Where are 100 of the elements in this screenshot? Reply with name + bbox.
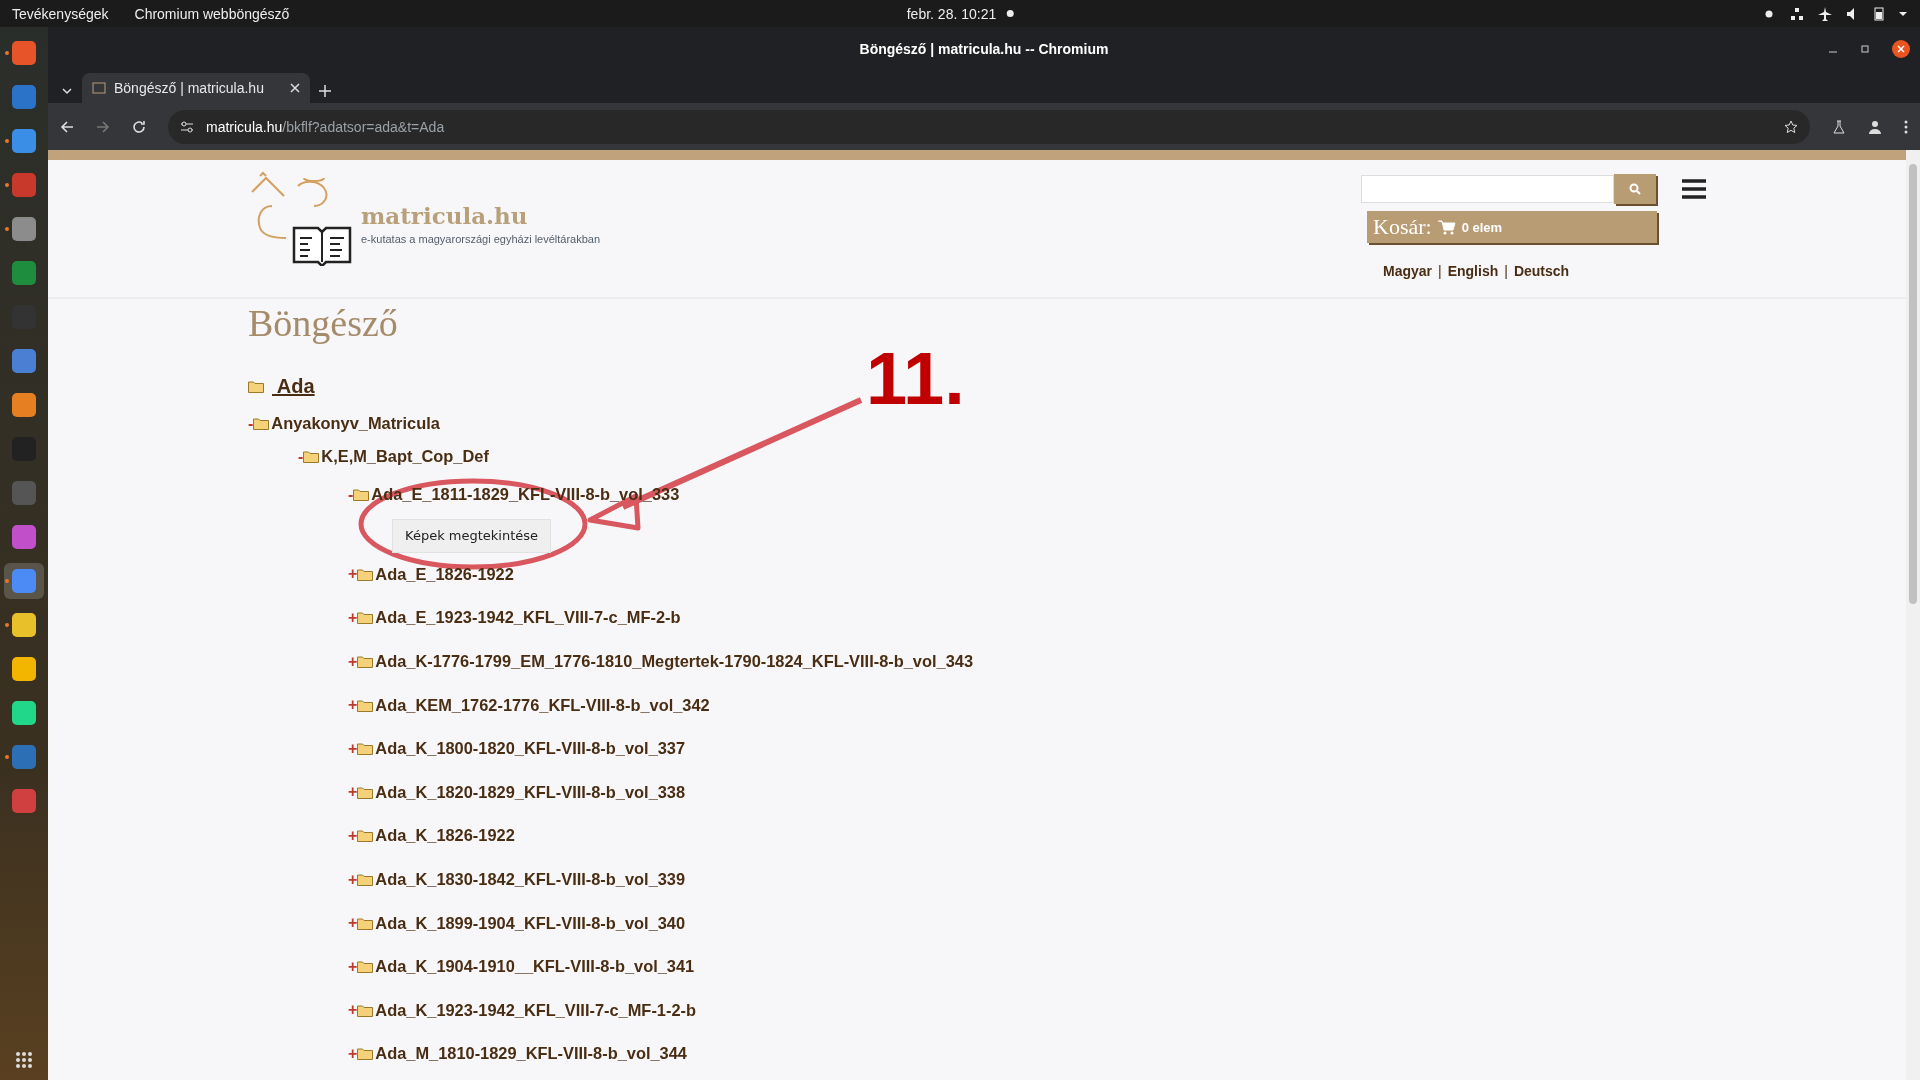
folder-icon	[357, 742, 374, 756]
network-icon[interactable]	[1790, 6, 1804, 21]
app-icon	[12, 41, 36, 65]
activities-button[interactable]: Tevékenységek	[12, 5, 109, 22]
url-text: matricula.hu/bkflf?adatsor=ada&t=Ada	[206, 118, 445, 135]
cart-label: Kosár:	[1373, 214, 1432, 240]
tree-toggle[interactable]: +	[348, 957, 358, 976]
cart-count: 0 elem	[1461, 219, 1503, 235]
tree-toggle[interactable]: +	[348, 652, 358, 671]
tree-toggle[interactable]: +	[348, 565, 358, 584]
app-icon	[12, 129, 36, 153]
close-icon[interactable]	[1892, 39, 1910, 58]
folder-icon	[357, 873, 374, 887]
app-grid-icon[interactable]	[16, 1052, 32, 1068]
language-link[interactable]: English	[1447, 263, 1499, 279]
tree-item[interactable]: Ada_K-1776-1799_EM_1776-1810_Megtertek-1790-1824_KFL-VIII-8-b_vol_343	[375, 652, 974, 672]
tree-item[interactable]: Ada_K_1826-1922	[375, 826, 515, 846]
tree-toggle[interactable]: -	[248, 414, 254, 433]
app-icon	[12, 569, 36, 593]
browser-tab[interactable]: Böngésző | matricula.hu	[82, 73, 310, 103]
tree-item[interactable]: Ada_K_1830-1842_KFL-VIII-8-b_vol_339	[375, 870, 686, 890]
tree-item[interactable]: Ada_K_1820-1829_KFL-VIII-8-b_vol_338	[375, 782, 686, 802]
address-field[interactable]: matricula.hu/bkflf?adatsor=ada&t=Ada	[168, 109, 1810, 144]
folder-icon	[357, 785, 374, 799]
tree-toggle[interactable]: +	[348, 696, 358, 715]
folder-icon	[357, 1047, 374, 1061]
folder-icon	[248, 379, 264, 393]
app-icon	[12, 85, 36, 109]
tree-toggle[interactable]: +	[348, 914, 358, 933]
tree-toggle[interactable]: +	[348, 1001, 358, 1020]
app-icon	[12, 173, 36, 197]
tree-item[interactable]: Ada_E_1826-1922	[375, 564, 514, 584]
app-icon	[12, 525, 36, 549]
app-icon	[12, 657, 36, 681]
menu-icon[interactable]	[1904, 119, 1908, 134]
view-images-button[interactable]: Képek megtekintése	[392, 518, 552, 553]
flask-icon[interactable]	[1832, 119, 1846, 134]
tree-item[interactable]: Ada_M_1810-1829_KFL-VIII-8-b_vol_344	[375, 1044, 687, 1064]
forward-icon[interactable]	[96, 119, 110, 134]
tree-item[interactable]: K,E,M_Bapt_Cop_Def	[321, 447, 489, 466]
tab-title: Böngésző | matricula.hu	[114, 80, 265, 96]
language-link[interactable]: Deutsch	[1513, 263, 1570, 279]
search-button[interactable]	[1613, 174, 1657, 204]
dock-launcher[interactable]	[4, 563, 44, 599]
app-icon	[12, 261, 36, 285]
tree-toggle[interactable]: +	[348, 870, 358, 889]
clock[interactable]: febr. 28. 10:21	[906, 5, 997, 22]
annotation-number: 11.	[866, 336, 965, 421]
folder-icon	[357, 567, 374, 581]
tree-item[interactable]: Ada_K_1800-1820_KFL-VIII-8-b_vol_337	[375, 739, 686, 759]
tree-item[interactable]: Ada_E_1923-1942_KFL_VIII-7-c_MF-2-b	[375, 608, 681, 628]
tree-root[interactable]: Ada	[248, 365, 315, 407]
tree-item[interactable]: Ada_K_1899-1904_KFL-VIII-8-b_vol_340	[375, 913, 686, 933]
tree-item[interactable]: Anyakonyv_Matricula	[271, 414, 440, 433]
battery-icon[interactable]	[1874, 6, 1884, 21]
tree-toggle[interactable]: +	[348, 739, 358, 758]
app-icon	[12, 217, 36, 241]
reload-icon[interactable]	[132, 119, 146, 134]
app-icon	[12, 613, 36, 637]
bookmark-star-icon[interactable]	[1784, 119, 1798, 134]
folder-icon	[353, 488, 370, 502]
folder-icon	[253, 417, 270, 430]
separator: |	[1504, 263, 1508, 279]
back-icon[interactable]	[60, 119, 74, 134]
folder-icon	[357, 1003, 374, 1017]
page-title: Böngésző	[248, 301, 399, 346]
tree-toggle[interactable]: +	[348, 1044, 358, 1063]
tree-item[interactable]: Ada_K_1904-1910__KFL-VIII-8-b_vol_341	[375, 957, 695, 977]
app-icon	[12, 481, 36, 505]
menu-icon[interactable]	[1682, 179, 1706, 199]
tree-toggle[interactable]: +	[348, 609, 358, 627]
close-icon[interactable]	[290, 83, 300, 93]
search-field[interactable]	[1361, 175, 1614, 203]
app-icon	[12, 349, 36, 373]
language-link[interactable]: Magyar	[1383, 263, 1433, 279]
tree-item[interactable]: Ada_K_1923-1942_KFL_VIII-7-c_MF-1-2-b	[375, 1000, 696, 1020]
profile-icon[interactable]	[1868, 119, 1882, 134]
tree-toggle[interactable]: -	[348, 485, 354, 504]
window-title: Böngésző | matricula.hu -- Chromium	[859, 40, 1109, 57]
app-icon	[12, 701, 36, 725]
app-icon	[12, 745, 36, 769]
folder-icon	[357, 655, 374, 669]
tree-item[interactable]: Ada_KEM_1762-1776_KFL-VIII-8-b_vol_342	[375, 695, 710, 715]
site-settings-icon[interactable]	[180, 120, 194, 133]
folder-icon	[357, 829, 374, 843]
app-menu[interactable]: Chromium webböngésző	[134, 5, 290, 22]
folder-icon	[357, 960, 374, 974]
app-icon	[12, 789, 36, 813]
folder-icon	[357, 698, 374, 712]
airplane-icon[interactable]	[1818, 6, 1832, 21]
app-icon	[12, 393, 36, 417]
folder-icon	[303, 450, 320, 463]
scrollbar-thumb[interactable]	[1909, 164, 1917, 604]
tree-toggle[interactable]: +	[348, 783, 358, 802]
notification-dot	[1006, 10, 1014, 17]
tree-toggle[interactable]: -	[298, 447, 304, 466]
cart-icon	[1437, 219, 1456, 235]
restore-icon[interactable]	[1860, 43, 1870, 54]
folder-icon	[357, 916, 374, 930]
tree-toggle[interactable]: +	[348, 826, 358, 845]
